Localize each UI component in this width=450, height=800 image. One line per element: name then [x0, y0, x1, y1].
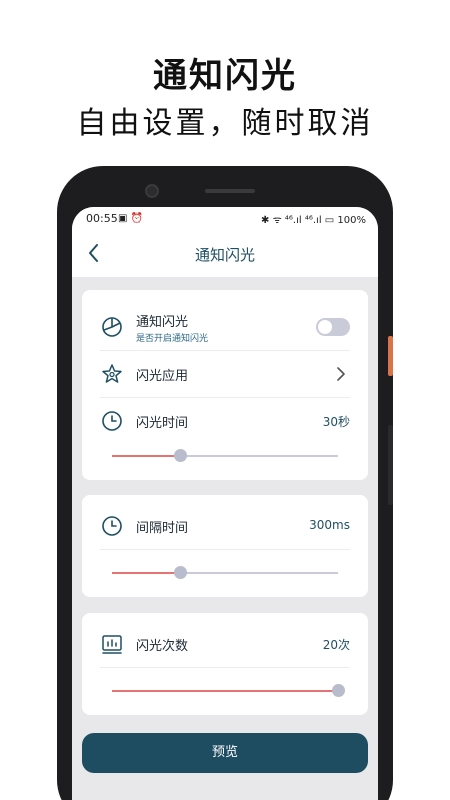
flash-count-row: 闪光次数 20次 — [100, 621, 350, 667]
interval-label: 间隔时间 — [136, 521, 189, 536]
status-notification-icons: ▣ ⏰ — [118, 213, 144, 224]
earpiece-speaker — [205, 189, 255, 193]
divider — [100, 667, 350, 668]
interval-slider[interactable] — [112, 566, 338, 580]
clock-icon — [102, 411, 122, 431]
notify-flash-row[interactable]: 通知闪光 是否开启通知闪光 — [100, 304, 350, 350]
app-screen: 00:55 ▣ ⏰ ✱ ᯤ ⁴⁶.ıl ⁴⁶.ıl ▭ 100% 通知闪光 通知… — [72, 207, 378, 800]
bar-chart-icon — [102, 635, 122, 654]
slider-thumb[interactable] — [173, 449, 187, 462]
slider-thumb[interactable] — [332, 684, 345, 697]
divider — [100, 549, 350, 550]
flash-count-card: 闪光次数 20次 — [82, 613, 368, 715]
toggle-knob — [318, 320, 332, 334]
notify-flash-desc: 是否开启通知闪光 — [136, 334, 209, 344]
interval-card: 间隔时间 300ms — [82, 495, 368, 597]
notify-flash-toggle[interactable] — [316, 318, 350, 336]
front-camera — [145, 184, 159, 198]
clock-icon — [102, 516, 122, 536]
phone-volume-button — [388, 425, 393, 505]
status-time: 00:55 — [86, 212, 118, 225]
flash-duration-row: 闪光时间 30秒 — [100, 398, 350, 444]
slider-thumb[interactable] — [173, 566, 187, 579]
flash-duration-slider[interactable] — [112, 449, 338, 463]
preview-button[interactable]: 预览 — [82, 733, 368, 773]
phone-power-button — [388, 336, 393, 376]
promo-title: 通知闪光 — [153, 56, 297, 96]
chevron-right-icon — [337, 367, 345, 381]
flash-duration-value: 30秒 — [322, 415, 350, 429]
flash-apps-label: 闪光应用 — [136, 369, 189, 384]
slider-fill — [112, 572, 180, 574]
pie-chart-icon — [102, 317, 122, 337]
slider-fill — [112, 690, 338, 692]
flash-apps-row[interactable]: 闪光应用 — [100, 351, 350, 397]
status-system-icons: ✱ ᯤ ⁴⁶.ıl ⁴⁶.ıl ▭ 100% — [261, 215, 366, 226]
notify-flash-label: 通知闪光 — [136, 315, 189, 330]
flash-count-value: 20次 — [322, 638, 350, 652]
page-title: 通知闪光 — [194, 246, 255, 264]
flash-count-slider[interactable] — [112, 684, 345, 698]
promo-subtitle: 自由设置，随时取消 — [76, 106, 374, 141]
status-bar: 00:55 ▣ ⏰ ✱ ᯤ ⁴⁶.ıl ⁴⁶.ıl ▭ 100% — [72, 207, 378, 231]
star-icon — [102, 364, 122, 383]
flash-count-label: 闪光次数 — [136, 639, 189, 654]
interval-row: 间隔时间 300ms — [100, 503, 350, 549]
nav-bar: 通知闪光 — [72, 231, 378, 277]
slider-fill — [112, 455, 180, 457]
interval-value: 300ms — [309, 518, 350, 532]
flash-duration-label: 闪光时间 — [136, 416, 189, 431]
flash-settings-card: 通知闪光 是否开启通知闪光 闪光应用 闪光时间 30秒 — [82, 290, 368, 480]
